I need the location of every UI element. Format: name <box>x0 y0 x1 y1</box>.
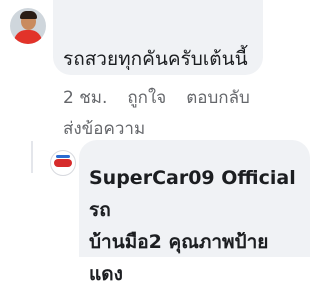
reply-author[interactable]: SuperCar09 Official <box>89 167 296 189</box>
logo-strip <box>56 155 70 158</box>
reply-link[interactable]: ตอบกลับ <box>186 88 250 108</box>
avatar-shirt <box>14 30 42 44</box>
like-link[interactable]: ถูกใจ <box>127 88 166 108</box>
reply-text-line3: แดง <box>89 263 123 285</box>
message-link[interactable]: ส่งข้อความ <box>63 115 145 142</box>
comment-text: รถสวยทุกคันครับเต้นนี้ <box>63 48 248 70</box>
reply-text-line2: บ้านมือ2 คุณภาพป้าย <box>89 231 269 253</box>
reply-thread-line <box>31 141 33 173</box>
page-avatar[interactable] <box>50 150 76 176</box>
reply-text: SuperCar09 Official รถ บ้านมือ2 คุณภาพป้… <box>89 162 304 290</box>
reply-text-line1: รถ <box>89 199 111 221</box>
comment-bubble: รถสวยทุกคันครับเต้นนี้ <box>53 0 263 75</box>
commenter-avatar[interactable] <box>10 8 46 44</box>
comment-actions: 2 ชม. ถูกใจ ตอบกลับ <box>63 84 270 111</box>
comment-time[interactable]: 2 ชม. <box>63 88 107 108</box>
reply-bubble: SuperCar09 Official รถ บ้านมือ2 คุณภาพป้… <box>79 140 310 285</box>
avatar-hair <box>20 11 37 19</box>
logo-car-icon <box>54 159 72 167</box>
